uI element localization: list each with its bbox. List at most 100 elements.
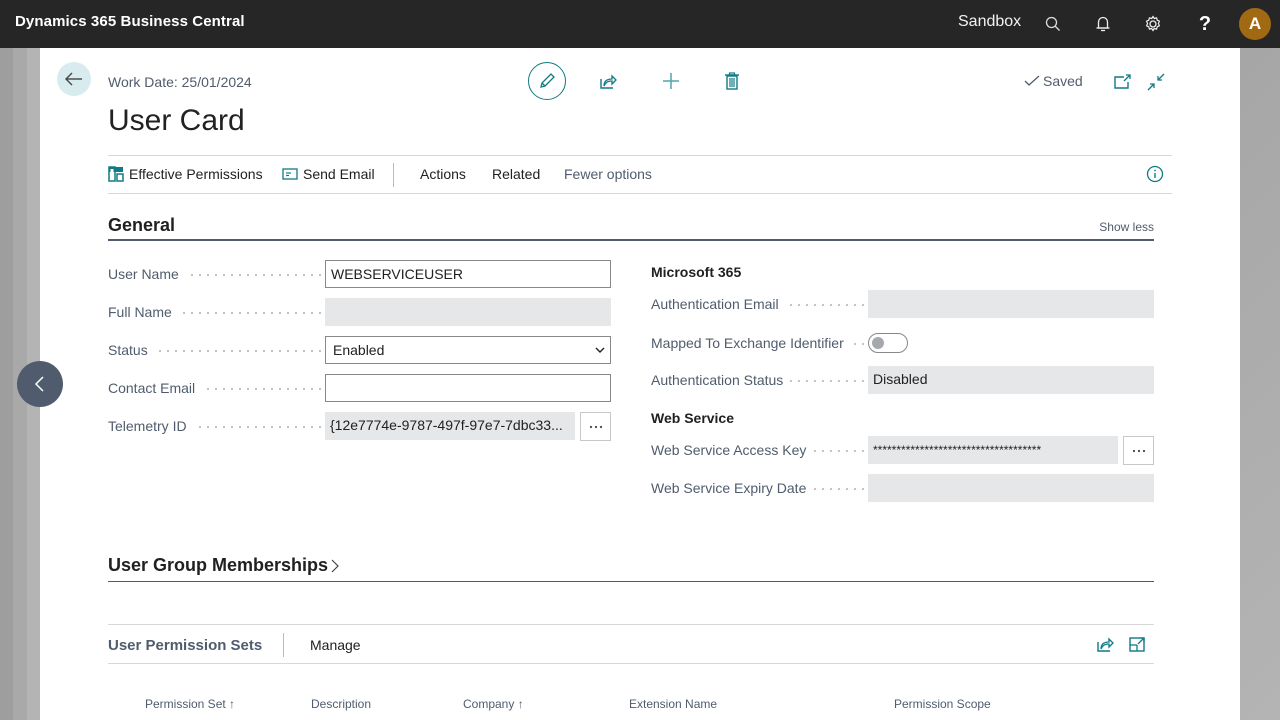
- chevron-left-icon: [34, 376, 44, 392]
- web-service-expiry-date-label: Web Service Expiry Date: [651, 480, 813, 496]
- send-email-label: Send Email: [303, 166, 375, 182]
- effective-permissions-action[interactable]: Effective Permissions: [108, 166, 263, 182]
- access-key-lookup-button[interactable]: [1123, 436, 1154, 465]
- mapped-to-exchange-toggle[interactable]: [868, 333, 908, 353]
- info-icon: [1146, 165, 1164, 183]
- background-page-right: [1240, 48, 1280, 720]
- microsoft-365-group-title: Microsoft 365: [651, 264, 742, 280]
- email-icon: [282, 168, 298, 180]
- effective-permissions-label: Effective Permissions: [129, 166, 263, 182]
- plus-icon: [663, 73, 679, 89]
- top-nav-bar: Dynamics 365 Business Central Sandbox ? …: [0, 0, 1280, 48]
- manage-menu[interactable]: Manage: [310, 637, 361, 653]
- column-header-extension-name[interactable]: Extension Name: [629, 697, 717, 711]
- column-header-company[interactable]: Company ↑: [463, 697, 524, 711]
- back-button[interactable]: [57, 62, 91, 96]
- collapse-panel-button[interactable]: [17, 361, 63, 407]
- telemetry-id-value[interactable]: {12e7774e-9787-497f-97e7-7dbc33...: [325, 412, 575, 440]
- mapped-to-exchange-label: Mapped To Exchange Identifier: [651, 335, 850, 351]
- environment-name: Sandbox: [958, 13, 1022, 30]
- info-button[interactable]: [1146, 165, 1164, 188]
- web-service-access-key-label: Web Service Access Key: [651, 442, 813, 458]
- full-name-value[interactable]: [325, 298, 611, 326]
- contact-email-input[interactable]: [325, 374, 611, 402]
- edit-button[interactable]: [528, 62, 566, 100]
- full-name-field: Full Name: [108, 298, 611, 326]
- fewer-options-button[interactable]: Fewer options: [564, 166, 652, 182]
- permission-sets-divider: [283, 633, 284, 657]
- user-group-memberships-title[interactable]: User Group Memberships: [108, 555, 339, 576]
- contact-email-label: Contact Email: [108, 380, 202, 396]
- status-label: Status: [108, 342, 154, 358]
- share-button[interactable]: [596, 69, 620, 93]
- ellipsis-icon: [1132, 449, 1145, 452]
- toggle-knob: [872, 337, 884, 349]
- actions-menu[interactable]: Actions: [420, 166, 466, 182]
- saved-status: Saved: [1024, 73, 1083, 89]
- web-service-expiry-date-field: Web Service Expiry Date: [651, 474, 1154, 502]
- user-group-memberships-label: User Group Memberships: [108, 555, 329, 575]
- action-bar-divider: [393, 163, 394, 187]
- action-bar: Effective Permissions Send Email Actions…: [108, 155, 1172, 194]
- expand-icon: [1129, 637, 1145, 652]
- collapse-arrows-icon: [1147, 73, 1165, 91]
- authentication-email-value[interactable]: [868, 290, 1154, 318]
- show-less-link[interactable]: Show less: [1099, 220, 1154, 234]
- arrow-left-icon: [65, 72, 82, 86]
- new-button[interactable]: [659, 69, 683, 93]
- open-new-window-button[interactable]: [1111, 70, 1135, 94]
- web-service-expiry-date-value[interactable]: [868, 474, 1154, 502]
- send-email-action[interactable]: Send Email: [282, 166, 375, 182]
- gear-icon[interactable]: [1141, 12, 1165, 36]
- status-field: Status Enabled: [108, 336, 611, 364]
- avatar[interactable]: A: [1239, 8, 1271, 40]
- help-icon[interactable]: ?: [1193, 12, 1217, 36]
- user-name-field: User Name: [108, 260, 611, 288]
- telemetry-id-label: Telemetry ID: [108, 418, 193, 434]
- column-header-permission-scope[interactable]: Permission Scope: [894, 697, 991, 711]
- status-select[interactable]: Enabled: [325, 336, 611, 364]
- ellipsis-icon: [589, 425, 602, 428]
- share-icon: [600, 74, 617, 89]
- authentication-status-field: Authentication Status Disabled: [651, 366, 1154, 394]
- user-permission-sets-bar: User Permission Sets Manage: [108, 624, 1154, 664]
- pencil-icon: [540, 73, 555, 88]
- authentication-email-field: Authentication Email: [651, 290, 1154, 318]
- work-date[interactable]: Work Date: 25/01/2024: [108, 74, 252, 90]
- column-header-permission-set[interactable]: Permission Set ↑: [145, 697, 235, 711]
- permissions-icon: [108, 166, 124, 182]
- app-title[interactable]: Dynamics 365 Business Central: [15, 13, 245, 30]
- web-service-access-key-value[interactable]: ************************************: [868, 436, 1118, 464]
- trash-icon: [725, 72, 739, 90]
- general-section-title[interactable]: General: [108, 215, 175, 236]
- column-header-description[interactable]: Description: [311, 697, 371, 711]
- delete-button[interactable]: [720, 69, 744, 93]
- search-icon[interactable]: [1041, 12, 1065, 36]
- user-name-input[interactable]: [325, 260, 611, 288]
- web-service-group-title: Web Service: [651, 410, 735, 426]
- share-icon: [1097, 637, 1114, 652]
- chevron-down-icon: [595, 347, 605, 353]
- user-name-label: User Name: [108, 266, 185, 282]
- expand-part-button[interactable]: [1129, 635, 1147, 658]
- status-value: Enabled: [333, 342, 385, 358]
- user-group-memberships-header: User Group Memberships: [108, 553, 1154, 582]
- related-menu[interactable]: Related: [492, 166, 540, 182]
- authentication-email-label: Authentication Email: [651, 296, 785, 312]
- bell-icon[interactable]: [1091, 12, 1115, 36]
- share-part-button[interactable]: [1096, 635, 1114, 658]
- user-card-page: Work Date: 25/01/2024 User Card Saved Ef…: [40, 48, 1240, 720]
- page-title: User Card: [108, 104, 245, 137]
- authentication-status-value[interactable]: Disabled: [868, 366, 1154, 394]
- open-in-new-window-icon: [1114, 74, 1131, 89]
- user-permission-sets-title[interactable]: User Permission Sets: [108, 637, 262, 654]
- general-section-header: General Show less: [108, 214, 1154, 241]
- telemetry-id-lookup-button[interactable]: [580, 412, 611, 441]
- chevron-right-icon: [331, 559, 339, 572]
- collapse-button[interactable]: [1144, 70, 1168, 94]
- mapped-to-exchange-field: Mapped To Exchange Identifier: [651, 329, 1154, 357]
- checkmark-icon: [1024, 75, 1040, 86]
- contact-email-field: Contact Email: [108, 374, 611, 402]
- saved-label: Saved: [1043, 73, 1083, 89]
- telemetry-id-field: Telemetry ID {12e7774e-9787-497f-97e7-7d…: [108, 412, 611, 441]
